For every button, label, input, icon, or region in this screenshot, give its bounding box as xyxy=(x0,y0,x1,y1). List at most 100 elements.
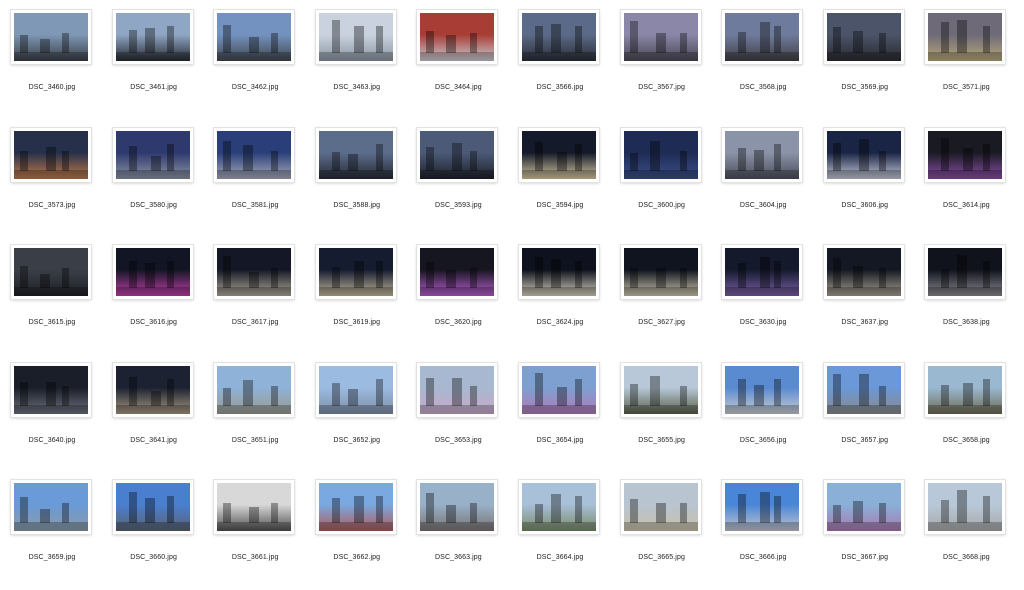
file-name-label[interactable]: DSC_3664.jpg xyxy=(509,554,611,561)
file-thumbnail[interactable] xyxy=(620,10,701,64)
file-name-label[interactable]: DSC_3604.jpg xyxy=(712,202,814,209)
file-item[interactable]: DSC_3638.jpg xyxy=(915,237,1017,355)
file-name-label[interactable]: DSC_3619.jpg xyxy=(306,319,408,326)
file-item[interactable]: DSC_3620.jpg xyxy=(407,237,509,355)
file-thumbnail[interactable] xyxy=(620,362,701,417)
file-item[interactable]: DSC_3600.jpg xyxy=(611,120,713,238)
file-thumbnail[interactable] xyxy=(925,10,1006,64)
file-thumbnail[interactable] xyxy=(11,480,91,534)
file-name-label[interactable]: DSC_3594.jpg xyxy=(509,202,611,209)
file-name-label[interactable]: DSC_3668.jpg xyxy=(915,554,1017,561)
file-item[interactable]: DSC_3663.jpg xyxy=(407,472,509,590)
file-name-label[interactable]: DSC_3652.jpg xyxy=(306,437,408,444)
file-name-label[interactable]: DSC_3659.jpg xyxy=(1,554,103,561)
file-item[interactable]: DSC_3581.jpg xyxy=(204,120,306,238)
file-name-label[interactable]: DSC_3615.jpg xyxy=(1,319,103,326)
file-item[interactable]: DSC_3662.jpg xyxy=(306,472,408,590)
file-thumbnail[interactable] xyxy=(823,245,904,299)
file-thumbnail[interactable] xyxy=(214,127,295,182)
file-thumbnail[interactable] xyxy=(823,362,904,417)
file-thumbnail[interactable] xyxy=(112,127,193,182)
file-thumbnail[interactable] xyxy=(417,127,498,182)
file-item[interactable]: DSC_3651.jpg xyxy=(204,355,306,473)
file-name-label[interactable]: DSC_3651.jpg xyxy=(204,437,306,444)
file-item[interactable]: DSC_3616.jpg xyxy=(103,237,205,355)
file-name-label[interactable]: DSC_3569.jpg xyxy=(814,84,916,91)
file-item[interactable]: DSC_3659.jpg xyxy=(1,472,103,590)
file-item[interactable]: DSC_3640.jpg xyxy=(1,355,103,473)
file-thumbnail[interactable] xyxy=(925,245,1006,299)
file-thumbnail[interactable] xyxy=(315,362,396,417)
file-thumbnail[interactable] xyxy=(823,10,904,64)
file-item[interactable]: DSC_3569.jpg xyxy=(814,2,916,120)
file-thumbnail[interactable] xyxy=(214,480,295,534)
file-item[interactable]: DSC_3660.jpg xyxy=(103,472,205,590)
file-thumbnail[interactable] xyxy=(722,10,803,64)
file-name-label[interactable]: DSC_3665.jpg xyxy=(611,554,713,561)
file-item[interactable]: DSC_3464.jpg xyxy=(407,2,509,120)
file-name-label[interactable]: DSC_3566.jpg xyxy=(509,84,611,91)
file-item[interactable]: DSC_3567.jpg xyxy=(611,2,713,120)
file-thumbnail[interactable] xyxy=(315,245,396,299)
file-thumbnail[interactable] xyxy=(519,245,599,299)
file-thumbnail[interactable] xyxy=(112,245,193,299)
file-item[interactable]: DSC_3593.jpg xyxy=(407,120,509,238)
file-item[interactable]: DSC_3624.jpg xyxy=(509,237,611,355)
file-name-label[interactable]: DSC_3573.jpg xyxy=(1,202,103,209)
file-item[interactable]: DSC_3461.jpg xyxy=(103,2,205,120)
file-name-label[interactable]: DSC_3640.jpg xyxy=(1,437,103,444)
file-thumbnail[interactable] xyxy=(925,362,1006,417)
file-name-label[interactable]: DSC_3660.jpg xyxy=(103,554,205,561)
file-thumbnail[interactable] xyxy=(11,127,91,182)
file-item[interactable]: DSC_3619.jpg xyxy=(306,237,408,355)
file-thumbnail[interactable] xyxy=(315,480,396,534)
file-thumbnail[interactable] xyxy=(823,480,904,534)
file-name-label[interactable]: DSC_3581.jpg xyxy=(204,202,306,209)
file-item[interactable]: DSC_3462.jpg xyxy=(204,2,306,120)
file-thumbnail[interactable] xyxy=(519,362,599,417)
file-thumbnail[interactable] xyxy=(722,127,803,182)
file-item[interactable]: DSC_3654.jpg xyxy=(509,355,611,473)
file-item[interactable]: DSC_3617.jpg xyxy=(204,237,306,355)
file-name-label[interactable]: DSC_3461.jpg xyxy=(103,84,205,91)
file-thumbnail[interactable] xyxy=(417,245,498,299)
file-item[interactable]: DSC_3463.jpg xyxy=(306,2,408,120)
file-thumbnail[interactable] xyxy=(11,362,91,417)
file-name-label[interactable]: DSC_3637.jpg xyxy=(814,319,916,326)
file-item[interactable]: DSC_3664.jpg xyxy=(509,472,611,590)
file-thumbnail[interactable] xyxy=(722,480,803,534)
file-item[interactable]: DSC_3655.jpg xyxy=(611,355,713,473)
file-thumbnail[interactable] xyxy=(214,362,295,417)
file-name-label[interactable]: DSC_3462.jpg xyxy=(204,84,306,91)
file-name-label[interactable]: DSC_3655.jpg xyxy=(611,437,713,444)
file-thumbnail[interactable] xyxy=(823,127,904,182)
file-item[interactable]: DSC_3667.jpg xyxy=(814,472,916,590)
file-thumbnail[interactable] xyxy=(417,362,498,417)
file-thumbnail[interactable] xyxy=(925,480,1006,534)
file-name-label[interactable]: DSC_3600.jpg xyxy=(611,202,713,209)
file-item[interactable]: DSC_3656.jpg xyxy=(712,355,814,473)
file-name-label[interactable]: DSC_3624.jpg xyxy=(509,319,611,326)
file-item[interactable]: DSC_3666.jpg xyxy=(712,472,814,590)
file-item[interactable]: DSC_3614.jpg xyxy=(915,120,1017,238)
file-item[interactable]: DSC_3615.jpg xyxy=(1,237,103,355)
file-item[interactable]: DSC_3630.jpg xyxy=(712,237,814,355)
file-name-label[interactable]: DSC_3620.jpg xyxy=(407,319,509,326)
file-name-label[interactable]: DSC_3666.jpg xyxy=(712,554,814,561)
file-name-label[interactable]: DSC_3663.jpg xyxy=(407,554,509,561)
file-item[interactable]: DSC_3658.jpg xyxy=(915,355,1017,473)
file-thumbnail[interactable] xyxy=(620,245,701,299)
file-item[interactable]: DSC_3573.jpg xyxy=(1,120,103,238)
file-name-label[interactable]: DSC_3627.jpg xyxy=(611,319,713,326)
file-thumbnail[interactable] xyxy=(620,480,701,534)
file-name-label[interactable]: DSC_3588.jpg xyxy=(306,202,408,209)
file-thumbnail[interactable] xyxy=(519,127,599,182)
file-name-label[interactable]: DSC_3630.jpg xyxy=(712,319,814,326)
file-thumbnail[interactable] xyxy=(11,10,91,64)
file-name-label[interactable]: DSC_3463.jpg xyxy=(306,84,408,91)
file-name-label[interactable]: DSC_3567.jpg xyxy=(611,84,713,91)
file-name-label[interactable]: DSC_3656.jpg xyxy=(712,437,814,444)
file-item[interactable]: DSC_3668.jpg xyxy=(915,472,1017,590)
file-thumbnail[interactable] xyxy=(112,480,193,534)
file-item[interactable]: DSC_3652.jpg xyxy=(306,355,408,473)
